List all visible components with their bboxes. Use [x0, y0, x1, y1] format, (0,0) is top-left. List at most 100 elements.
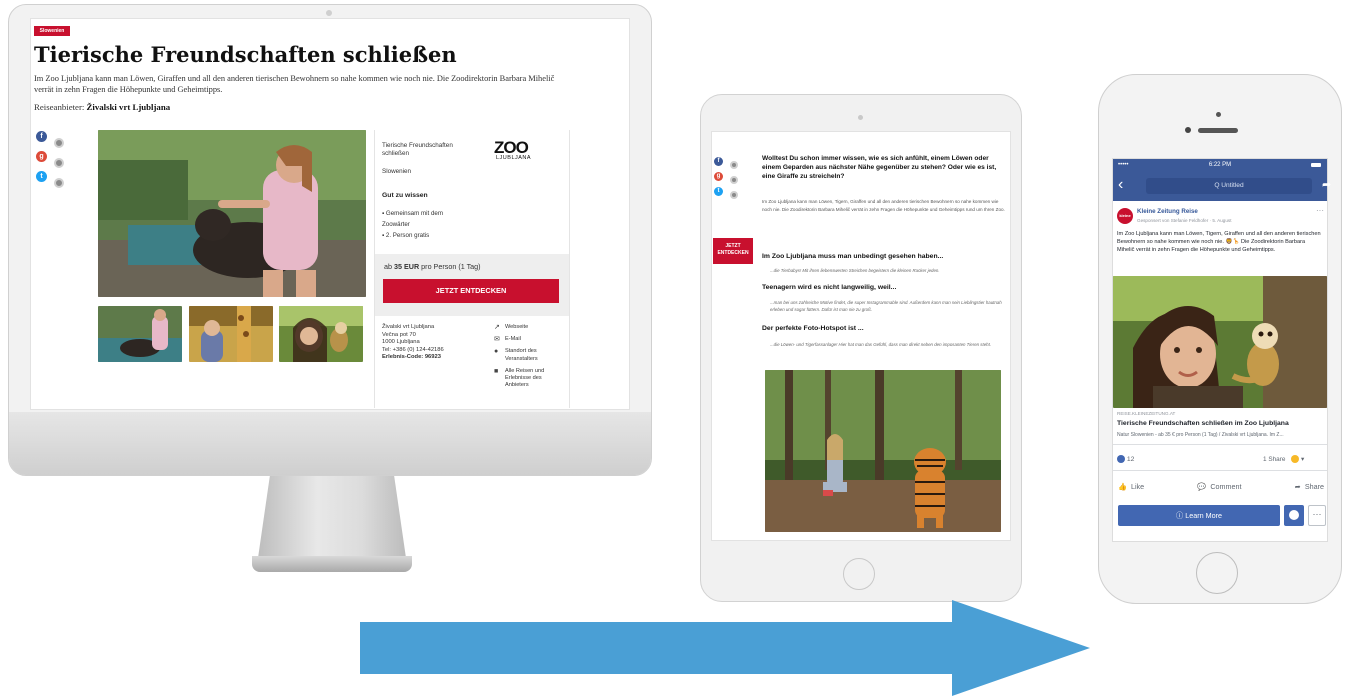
- print-icon[interactable]: [730, 176, 738, 184]
- tablet-lead-question: Wolltest Du schon immer wissen, wie es s…: [762, 155, 997, 180]
- iphone-sensor: [1216, 112, 1221, 117]
- mail-icon: ✉: [494, 336, 500, 344]
- link-headline[interactable]: Tierische Freundschaften schließen im Zo…: [1117, 420, 1323, 427]
- post-meta: Gesponsert von Stefanie Feldhofer · 5. A…: [1137, 218, 1232, 223]
- whatsapp-share-icon[interactable]: [730, 191, 738, 199]
- google-share-icon[interactable]: g: [36, 151, 47, 162]
- twitter-share-icon[interactable]: t: [714, 187, 723, 196]
- link-description: Natur Slowenien - ab 35 € pro Person (1 …: [1117, 432, 1284, 438]
- provider-name-link[interactable]: Živalski vrt Ljubljana: [87, 102, 171, 112]
- thumbnail-sea-lion[interactable]: [98, 306, 182, 362]
- like-reaction-icon: [1117, 455, 1125, 463]
- contact-name: Živalski vrt Ljubljana: [382, 324, 435, 330]
- post-options-icon[interactable]: ···: [1316, 206, 1324, 215]
- page-title: Tierische Freundschaften schließen: [34, 42, 457, 67]
- contact-city: 1000 Ljubljana: [382, 339, 420, 346]
- share-icon: ➦: [1294, 481, 1301, 491]
- imac-camera: [326, 10, 332, 16]
- ipad-home-button[interactable]: [843, 558, 875, 590]
- like-button[interactable]: 👍 Like: [1118, 478, 1144, 494]
- messenger-icon: [1289, 510, 1299, 520]
- back-arrow-icon[interactable]: ‹: [1118, 176, 1123, 194]
- post-image-monkey[interactable]: [1113, 276, 1327, 408]
- good-to-know-item: ▪ 2. Person gratis: [382, 232, 430, 239]
- hero-photo-sea-lion[interactable]: [98, 130, 366, 297]
- email-share-icon[interactable]: [54, 138, 64, 148]
- iphone-home-button[interactable]: [1196, 552, 1238, 594]
- whatsapp-share-icon[interactable]: [54, 178, 64, 188]
- thumbnail-giraffe[interactable]: [189, 306, 273, 362]
- share-count[interactable]: 1 Share ▾: [1263, 455, 1304, 464]
- experience-code: Erlebnis-Code: 96923: [382, 354, 441, 361]
- iphone-speaker: [1198, 128, 1238, 133]
- status-bar: ••••• 6:22 PM: [1113, 159, 1327, 171]
- map-pin-icon: ●: [494, 348, 499, 356]
- faq-answer-1: ...die Tierbabys! Mit ihren liebenswerte…: [770, 268, 940, 273]
- post-actions: 👍 Like 💬 Comment ➦ Share: [1118, 478, 1324, 494]
- link-domain: REISE.KLEINEZEITUNG.AT: [1117, 411, 1176, 416]
- more-options-button[interactable]: ···: [1308, 505, 1326, 526]
- faq-answer-2: ...man bei uns zahlreiche Motive findet,…: [770, 300, 1002, 313]
- comment-button[interactable]: 💬 Comment: [1197, 478, 1241, 494]
- email-link[interactable]: ✉ E-Mail: [494, 336, 564, 343]
- tablet-discover-button[interactable]: JETZT ENTDECKEN: [713, 238, 753, 264]
- tablet-intro-paragraph: Im Zoo Ljubljana kann man Löwen, Tigern,…: [762, 199, 1005, 212]
- all-trips-link[interactable]: ■ Alle Reisen und Erlebnisse des Anbieter…: [494, 368, 564, 390]
- twitter-share-icon[interactable]: t: [36, 171, 47, 182]
- website-link[interactable]: ↗ Webseite: [494, 324, 564, 331]
- comment-icon: 💬: [1197, 481, 1207, 491]
- ipad-camera: [858, 115, 863, 120]
- flow-arrow-icon: [360, 600, 1090, 696]
- page-name-link[interactable]: Kleine Zeitung Reise: [1137, 208, 1198, 215]
- location-link[interactable]: ● Standort des Veranstalters: [494, 348, 564, 362]
- tablet-photo-tiger[interactable]: [765, 370, 1001, 532]
- email-share-icon[interactable]: [730, 161, 738, 169]
- page-avatar[interactable]: kleine: [1117, 208, 1133, 224]
- provider-links: ↗ Webseite ✉ E-Mail ● Standort des Veransta…: [494, 324, 564, 394]
- price-line: ab 35 EUR pro Person (1 Tag): [384, 262, 481, 271]
- google-share-icon[interactable]: g: [714, 172, 723, 181]
- offer-name: Tierische Freundschaften schließen: [382, 142, 453, 157]
- divider: [1113, 444, 1327, 445]
- learn-more-button[interactable]: ⓘ Learn More: [1118, 505, 1280, 526]
- faq-answer-3: ...die Löwen- und Tigerfassanlage! Hier …: [770, 342, 992, 347]
- good-to-know-list: ▪ Gemeinsam mit dem Zoowärter ▪ 2. Perso…: [382, 208, 472, 241]
- thumbnail-monkey[interactable]: [279, 306, 363, 362]
- avatar-dot-icon: [1291, 455, 1300, 464]
- divider: [1113, 470, 1327, 471]
- provider-contact: Živalski vrt Ljubljana Večna pot 70 1000…: [382, 324, 482, 362]
- provider-line: Reiseanbieter: Živalski vrt Ljubljana: [34, 102, 434, 112]
- imac-base: [252, 556, 412, 572]
- page-intro: Im Zoo Ljubljana kann man Löwen, Giraffe…: [34, 74, 555, 94]
- offer-region: Slowenien: [382, 168, 412, 175]
- share-arrow-icon[interactable]: ➦: [1322, 178, 1331, 191]
- print-icon[interactable]: [54, 158, 64, 168]
- messenger-button[interactable]: [1284, 505, 1304, 526]
- contact-phone: Tel: +386 (0) 124-42186: [382, 346, 444, 353]
- contact-street: Večna pot 70: [382, 331, 416, 338]
- region-badge[interactable]: Slowenien: [34, 26, 70, 36]
- search-bar[interactable]: Q Untitled: [1146, 178, 1312, 194]
- faq-heading-1: Im Zoo Ljubljana muss man unbedingt gese…: [762, 253, 944, 260]
- external-link-icon: ↗: [494, 324, 500, 331]
- share-button[interactable]: ➦ Share: [1295, 478, 1324, 494]
- iphone-camera: [1185, 127, 1191, 133]
- reaction-count[interactable]: 12: [1117, 455, 1134, 463]
- good-to-know-item: ▪ Gemeinsam mit dem Zoowärter: [382, 210, 443, 228]
- imac-chin: [9, 412, 651, 475]
- provider-label: Reiseanbieter:: [34, 102, 85, 112]
- facebook-share-icon[interactable]: f: [36, 131, 47, 142]
- faq-heading-2: Teenagern wird es nicht langweilig, weil…: [762, 284, 897, 291]
- good-to-know-heading: Gut zu wissen: [382, 192, 428, 199]
- battery-icon: [1311, 163, 1321, 167]
- post-text: Im Zoo Ljubljana kann man Löwen, Tigern,…: [1117, 231, 1321, 253]
- thumbs-up-icon: 👍: [1118, 481, 1127, 491]
- zoo-logo-subtitle: LJUBLJANA: [496, 155, 532, 161]
- faq-heading-3: Der perfekte Foto-Hotspot ist ...: [762, 325, 864, 332]
- imac-stand: [258, 476, 406, 558]
- price-value: 35 EUR: [394, 262, 420, 271]
- facebook-share-icon[interactable]: f: [714, 157, 723, 166]
- suitcase-icon: ■: [494, 367, 499, 375]
- status-time: 6:22 PM: [1208, 162, 1232, 168]
- discover-now-button[interactable]: JETZT ENTDECKEN: [383, 279, 559, 303]
